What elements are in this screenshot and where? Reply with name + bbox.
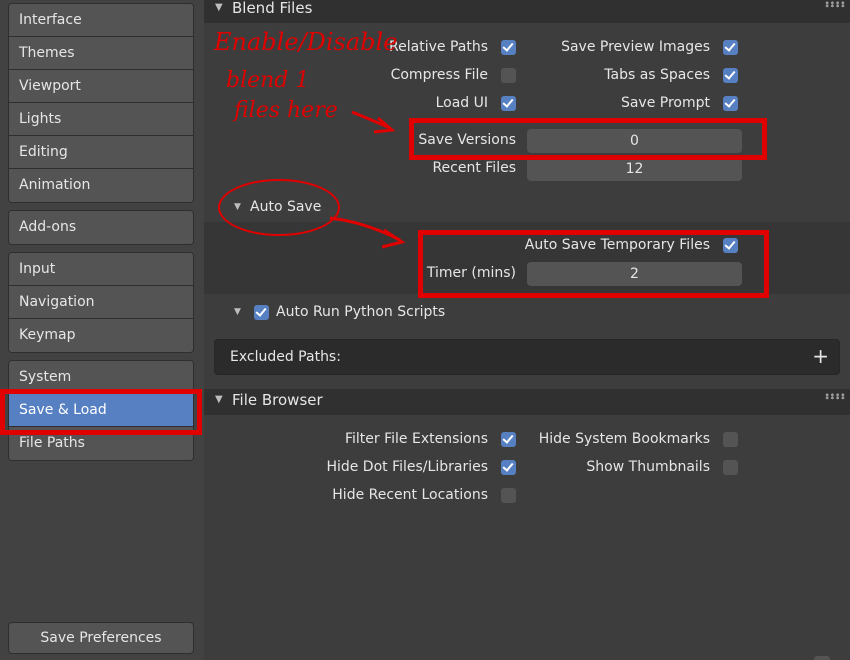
drag-grip-icon[interactable]: ∙∙∙∙ ∙∙∙∙ [824,391,846,404]
show-thumbnails-checkbox[interactable] [723,460,738,475]
relative-paths-label: Relative Paths [389,39,488,55]
file-browser-header[interactable]: ▼ File Browser ∙∙∙∙ ∙∙∙∙ [204,389,850,415]
save-preview-images-label: Save Preview Images [561,39,710,55]
sidebar-item-add-ons[interactable]: Add-ons [9,211,193,244]
hide-recent-locations-label: Hide Recent Locations [332,487,488,503]
load-ui-label: Load UI [435,95,488,111]
sidebar-item-file-paths[interactable]: File Paths [9,427,193,460]
timer-mins-field[interactable]: 2 [527,262,742,286]
sidebar-item-viewport[interactable]: Viewport [9,70,193,103]
file-browser-title: File Browser [232,391,323,409]
nav-group-general: Interface Themes Viewport Lights Editing… [8,3,194,203]
auto-save-collapse-icon[interactable]: ▼ [234,202,241,212]
excluded-paths-row: Excluded Paths: + [214,339,840,375]
sidebar-item-keymap[interactable]: Keymap [9,319,193,352]
filter-file-extensions-label: Filter File Extensions [344,431,488,447]
auto-save-title[interactable]: Auto Save [250,199,321,215]
timer-mins-label: Timer (mins) [426,265,516,281]
sidebar-item-input[interactable]: Input [9,253,193,286]
sidebar-item-navigation[interactable]: Navigation [9,286,193,319]
plus-icon[interactable]: + [812,344,829,368]
sidebar-item-editing[interactable]: Editing [9,136,193,169]
save-versions-field[interactable]: 0 [527,129,742,153]
sidebar-item-system[interactable]: System [9,361,193,394]
load-ui-checkbox[interactable] [501,96,516,111]
hide-recent-locations-checkbox[interactable] [501,488,516,503]
collapse-triangle-icon[interactable]: ▼ [215,2,223,13]
nav-group-input: Input Navigation Keymap [8,252,194,353]
auto-run-python-checkbox[interactable] [254,305,269,320]
sidebar: Interface Themes Viewport Lights Editing… [0,0,204,660]
filter-file-extensions-checkbox[interactable] [501,432,516,447]
sidebar-item-interface[interactable]: Interface [9,4,193,37]
hide-dot-files-label: Hide Dot Files/Libraries [326,459,488,475]
compress-file-label: Compress File [390,67,488,83]
auto-save-temp-files-checkbox[interactable] [723,238,738,253]
nav-group-addons: Add-ons [8,210,194,245]
main-panel: ▼ Blend Files ∙∙∙∙ ∙∙∙∙ Relative Paths Co… [204,0,850,660]
recent-files-field[interactable]: 12 [527,157,742,181]
blend-files-title: Blend Files [232,0,313,17]
auto-run-python-label: Auto Run Python Scripts [276,304,446,320]
drag-grip-icon[interactable]: ∙∙∙∙ ∙∙∙∙ [824,0,846,12]
hide-dot-files-checkbox[interactable] [501,460,516,475]
collapse-triangle-icon[interactable]: ▼ [215,394,223,405]
tabs-as-spaces-label: Tabs as Spaces [604,67,710,83]
sidebar-item-animation[interactable]: Animation [9,169,193,202]
relative-paths-checkbox[interactable] [501,40,516,55]
sidebar-item-save-load[interactable]: Save & Load [9,394,193,427]
auto-run-collapse-icon[interactable]: ▼ [234,307,241,317]
sidebar-item-themes[interactable]: Themes [9,37,193,70]
sidebar-item-lights[interactable]: Lights [9,103,193,136]
save-preferences-button[interactable]: Save Preferences [8,622,194,654]
hide-system-bookmarks-label: Hide System Bookmarks [538,431,710,447]
nav-group-system: System Save & Load File Paths [8,360,194,461]
save-preview-images-checkbox[interactable] [723,40,738,55]
save-prompt-checkbox[interactable] [723,96,738,111]
empty-area [204,518,850,660]
excluded-paths-label: Excluded Paths: [230,349,341,365]
blend-files-header[interactable]: ▼ Blend Files ∙∙∙∙ ∙∙∙∙ [204,0,850,23]
save-prompt-label: Save Prompt [620,95,710,111]
tabs-as-spaces-checkbox[interactable] [723,68,738,83]
auto-save-temp-files-label: Auto Save Temporary Files [524,237,710,253]
recent-files-label: Recent Files [432,160,516,176]
show-thumbnails-label: Show Thumbnails [586,459,710,475]
corner-handle[interactable] [814,656,830,660]
compress-file-checkbox[interactable] [501,68,516,83]
save-versions-label: Save Versions [418,132,516,148]
hide-system-bookmarks-checkbox[interactable] [723,432,738,447]
